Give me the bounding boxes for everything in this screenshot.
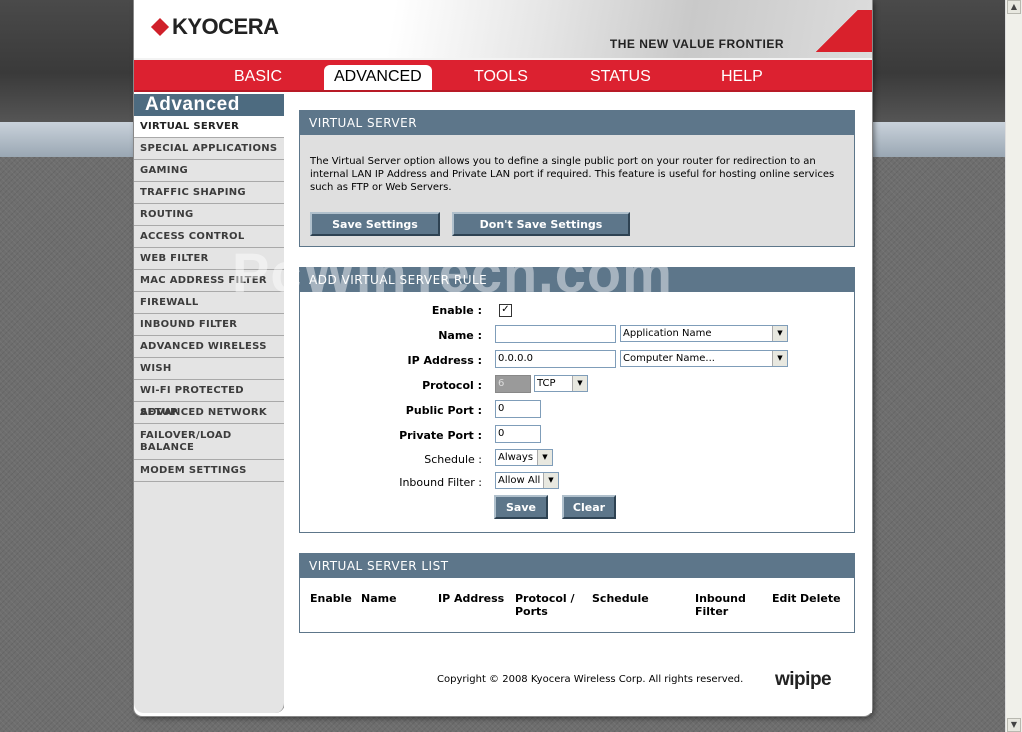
tab-tools[interactable]: TOOLS: [474, 68, 528, 86]
add-rule-panel: ADD VIRTUAL SERVER RULE Enable : ✓ Name …: [299, 267, 855, 533]
sidebar-item-virtual-server[interactable]: VIRTUAL SERVER: [134, 116, 284, 138]
inbound-filter-label: Inbound Filter :: [399, 476, 482, 489]
sidebar-item-routing[interactable]: ROUTING: [134, 204, 284, 226]
chevron-down-icon: ▼: [537, 450, 552, 465]
column-protocol-ports: Protocol / Ports: [515, 592, 575, 618]
public-port-input[interactable]: 0: [495, 400, 541, 418]
sidebar-item-firewall[interactable]: FIREWALL: [134, 292, 284, 314]
sidebar-item-modem-settings[interactable]: MODEM SETTINGS: [134, 460, 284, 482]
save-settings-button[interactable]: Save Settings: [310, 212, 440, 236]
private-port-label: Private Port :: [399, 429, 482, 442]
inbound-filter-row: Inbound Filter : Allow All ▼: [300, 472, 854, 494]
main-nav: BASIC ADVANCED TOOLS STATUS HELP: [134, 58, 872, 92]
private-port-row: Private Port : 0: [300, 425, 854, 447]
save-rule-button[interactable]: Save: [494, 495, 548, 519]
name-row: Name : Application Name ▼: [300, 325, 854, 347]
tab-advanced[interactable]: ADVANCED: [324, 65, 432, 90]
sidebar-item-inbound-filter[interactable]: INBOUND FILTER: [134, 314, 284, 336]
sidebar-title: Advanced: [134, 94, 284, 116]
select-value: Allow All: [498, 475, 541, 486]
sidebar-item-special-applications[interactable]: SPECIAL APPLICATIONS: [134, 138, 284, 160]
sidebar-menu: VIRTUAL SERVER SPECIAL APPLICATIONS GAMI…: [134, 116, 284, 482]
chevron-down-icon: ▼: [772, 326, 787, 341]
name-label: Name :: [438, 329, 482, 342]
enable-checkbox[interactable]: ✓: [499, 304, 512, 317]
protocol-select[interactable]: TCP ▼: [534, 375, 588, 392]
wipipe-logo: wipipe: [775, 669, 832, 691]
chevron-down-icon: ▼: [772, 351, 787, 366]
select-value: Computer Name...: [623, 353, 715, 364]
column-enable: Enable: [310, 592, 352, 605]
kyocera-logo: KYOCERA: [150, 14, 279, 40]
column-inbound-filter: Inbound Filter: [695, 592, 746, 618]
tab-status[interactable]: STATUS: [590, 68, 651, 86]
chevron-down-icon: ▼: [572, 376, 587, 391]
sidebar-item-traffic-shaping[interactable]: TRAFFIC SHAPING: [134, 182, 284, 204]
select-value: TCP: [537, 378, 556, 389]
ip-row: IP Address : 0.0.0.0 Computer Name... ▼: [300, 350, 854, 372]
schedule-label: Schedule :: [424, 453, 482, 466]
wipipe-text: wipipe: [775, 669, 832, 690]
column-ip-address: IP Address: [438, 592, 505, 605]
router-page: KYOCERA THE NEW VALUE FRONTIER BASIC ADV…: [134, 0, 872, 716]
panel-title: VIRTUAL SERVER LIST: [300, 554, 854, 578]
sidebar-item-wish[interactable]: WISH: [134, 358, 284, 380]
tab-help[interactable]: HELP: [721, 68, 763, 86]
sidebar-item-advanced-network[interactable]: ADVANCED NETWORK: [134, 402, 284, 424]
sidebar-item-mac-address-filter[interactable]: MAC ADDRESS FILTER: [134, 270, 284, 292]
column-schedule: Schedule: [592, 592, 649, 605]
public-port-row: Public Port : 0: [300, 400, 854, 422]
kyocera-mark-icon: [150, 17, 170, 37]
enable-label: Enable :: [431, 304, 482, 317]
virtual-server-panel: VIRTUAL SERVER The Virtual Server option…: [299, 110, 855, 247]
main-content: VIRTUAL SERVER The Virtual Server option…: [284, 94, 872, 713]
sidebar-item-web-filter[interactable]: WEB FILTER: [134, 248, 284, 270]
application-name-select[interactable]: Application Name ▼: [620, 325, 788, 342]
protocol-label: Protocol :: [422, 379, 482, 392]
enable-row: Enable : ✓: [300, 300, 854, 322]
chevron-down-icon: ▼: [543, 473, 558, 488]
sidebar-item-advanced-wireless[interactable]: ADVANCED WIRELESS: [134, 336, 284, 358]
computer-name-select[interactable]: Computer Name... ▼: [620, 350, 788, 367]
protocol-row: Protocol : 6 TCP ▼: [300, 375, 854, 397]
inbound-filter-select[interactable]: Allow All ▼: [495, 472, 559, 489]
column-edit: Edit: [772, 592, 797, 605]
schedule-row: Schedule : Always ▼: [300, 449, 854, 471]
logo-text: KYOCERA: [172, 14, 279, 39]
private-port-input[interactable]: 0: [495, 425, 541, 443]
panel-title: ADD VIRTUAL SERVER RULE: [300, 268, 854, 292]
virtual-server-list-panel: VIRTUAL SERVER LIST Enable Name IP Addre…: [299, 553, 855, 633]
header: KYOCERA THE NEW VALUE FRONTIER: [134, 0, 872, 58]
copyright: Copyright © 2008 Kyocera Wireless Corp. …: [437, 674, 744, 685]
scroll-up-icon[interactable]: ▲: [1007, 0, 1021, 14]
ip-address-input[interactable]: 0.0.0.0: [495, 350, 616, 368]
clear-button[interactable]: Clear: [562, 495, 616, 519]
header-red-stripe: [812, 10, 872, 52]
column-name: Name: [361, 592, 397, 605]
tab-basic[interactable]: BASIC: [234, 68, 282, 86]
column-delete: Delete: [800, 592, 841, 605]
sidebar-item-access-control[interactable]: ACCESS CONTROL: [134, 226, 284, 248]
sidebar-item-wifi-protected-setup[interactable]: WI-FI PROTECTED SETUP: [134, 380, 284, 418]
schedule-select[interactable]: Always ▼: [495, 449, 553, 466]
protocol-number-input: 6: [495, 375, 531, 393]
ip-address-label: IP Address :: [407, 354, 482, 367]
panel-title: VIRTUAL SERVER: [300, 111, 854, 135]
dont-save-settings-button[interactable]: Don't Save Settings: [452, 212, 630, 236]
sidebar: Advanced VIRTUAL SERVER SPECIAL APPLICAT…: [134, 94, 285, 713]
scroll-down-icon[interactable]: ▼: [1007, 718, 1021, 732]
public-port-label: Public Port :: [405, 404, 482, 417]
panel-description: The Virtual Server option allows you to …: [310, 156, 835, 193]
select-value: Application Name: [623, 328, 712, 339]
vertical-scrollbar[interactable]: ▲ ▼: [1005, 0, 1022, 732]
sidebar-item-failover-load-balance[interactable]: FAILOVER/LOAD BALANCE: [134, 424, 284, 460]
sidebar-item-gaming[interactable]: GAMING: [134, 160, 284, 182]
select-value: Always: [498, 452, 534, 463]
name-input[interactable]: [495, 325, 616, 343]
tagline: THE NEW VALUE FRONTIER: [609, 37, 784, 51]
